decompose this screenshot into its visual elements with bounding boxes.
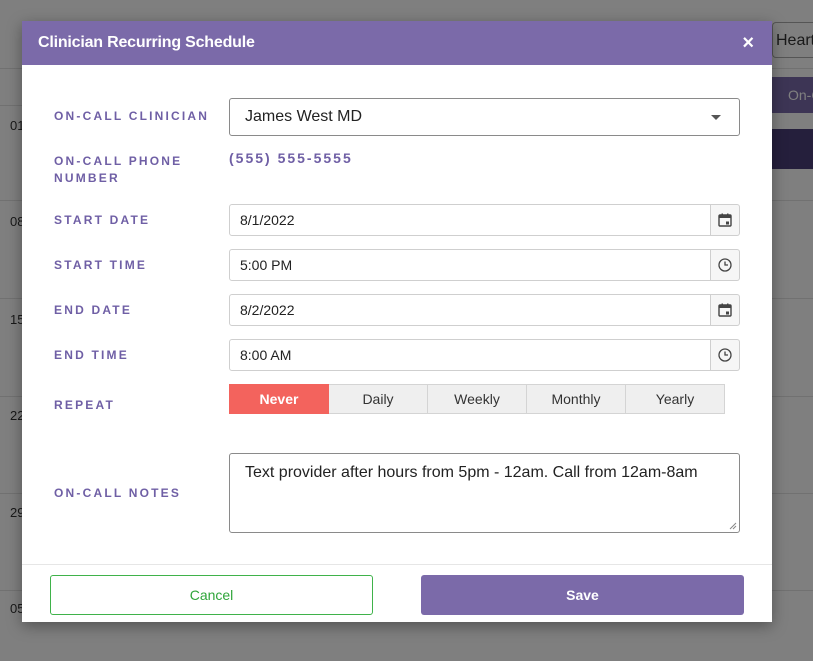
- repeat-label: REPEAT: [54, 398, 115, 412]
- repeat-option-daily[interactable]: Daily: [329, 384, 428, 414]
- end-date-picker-button[interactable]: [711, 294, 740, 326]
- chevron-down-icon: [711, 115, 721, 120]
- phone-label-line1: ON-CALL PHONE: [54, 154, 183, 168]
- end-date-label: END DATE: [54, 303, 133, 317]
- repeat-option-monthly[interactable]: Monthly: [527, 384, 626, 414]
- modal-footer: Cancel Save: [22, 564, 772, 623]
- clock-icon: [718, 348, 732, 362]
- cancel-button[interactable]: Cancel: [50, 575, 373, 615]
- repeat-option-weekly[interactable]: Weekly: [428, 384, 527, 414]
- start-time-label: START TIME: [54, 258, 148, 272]
- start-date-label: START DATE: [54, 213, 151, 227]
- end-date-input[interactable]: 8/2/2022: [229, 294, 711, 326]
- repeat-option-never[interactable]: Never: [229, 384, 329, 414]
- save-button[interactable]: Save: [421, 575, 744, 615]
- notes-textarea[interactable]: Text provider after hours from 5pm - 12a…: [229, 453, 740, 533]
- clinician-select[interactable]: James West MD: [229, 98, 740, 136]
- end-time-field: 8:00 AM: [229, 339, 740, 371]
- modal-header: Clinician Recurring Schedule ×: [22, 21, 772, 65]
- repeat-toggle-group: Never Daily Weekly Monthly Yearly: [229, 384, 725, 414]
- phone-value: (555) 555-5555: [229, 150, 353, 166]
- start-time-picker-button[interactable]: [711, 249, 740, 281]
- resize-handle-icon[interactable]: [729, 522, 737, 530]
- end-date-field: 8/2/2022: [229, 294, 740, 326]
- modal-title: Clinician Recurring Schedule: [38, 34, 255, 51]
- recurring-schedule-modal: Clinician Recurring Schedule × ON-CALL C…: [22, 21, 772, 622]
- repeat-option-yearly[interactable]: Yearly: [626, 384, 725, 414]
- notes-label: ON-CALL NOTES: [54, 486, 182, 500]
- start-date-input[interactable]: 8/1/2022: [229, 204, 711, 236]
- phone-label: ON-CALL PHONE NUMBER: [54, 153, 182, 187]
- close-button[interactable]: ×: [742, 31, 754, 55]
- end-time-label: END TIME: [54, 348, 129, 362]
- clinician-value: James West MD: [245, 108, 363, 125]
- start-date-field: 8/1/2022: [229, 204, 740, 236]
- calendar-icon: [718, 303, 732, 317]
- start-time-input[interactable]: 5:00 PM: [229, 249, 711, 281]
- start-time-field: 5:00 PM: [229, 249, 740, 281]
- clock-icon: [718, 258, 732, 272]
- phone-label-line2: NUMBER: [54, 171, 120, 185]
- end-time-input[interactable]: 8:00 AM: [229, 339, 711, 371]
- notes-value: Text provider after hours from 5pm - 12a…: [245, 464, 698, 481]
- calendar-icon: [718, 213, 732, 227]
- start-date-picker-button[interactable]: [711, 204, 740, 236]
- end-time-picker-button[interactable]: [711, 339, 740, 371]
- clinician-label: ON-CALL CLINICIAN: [54, 109, 210, 123]
